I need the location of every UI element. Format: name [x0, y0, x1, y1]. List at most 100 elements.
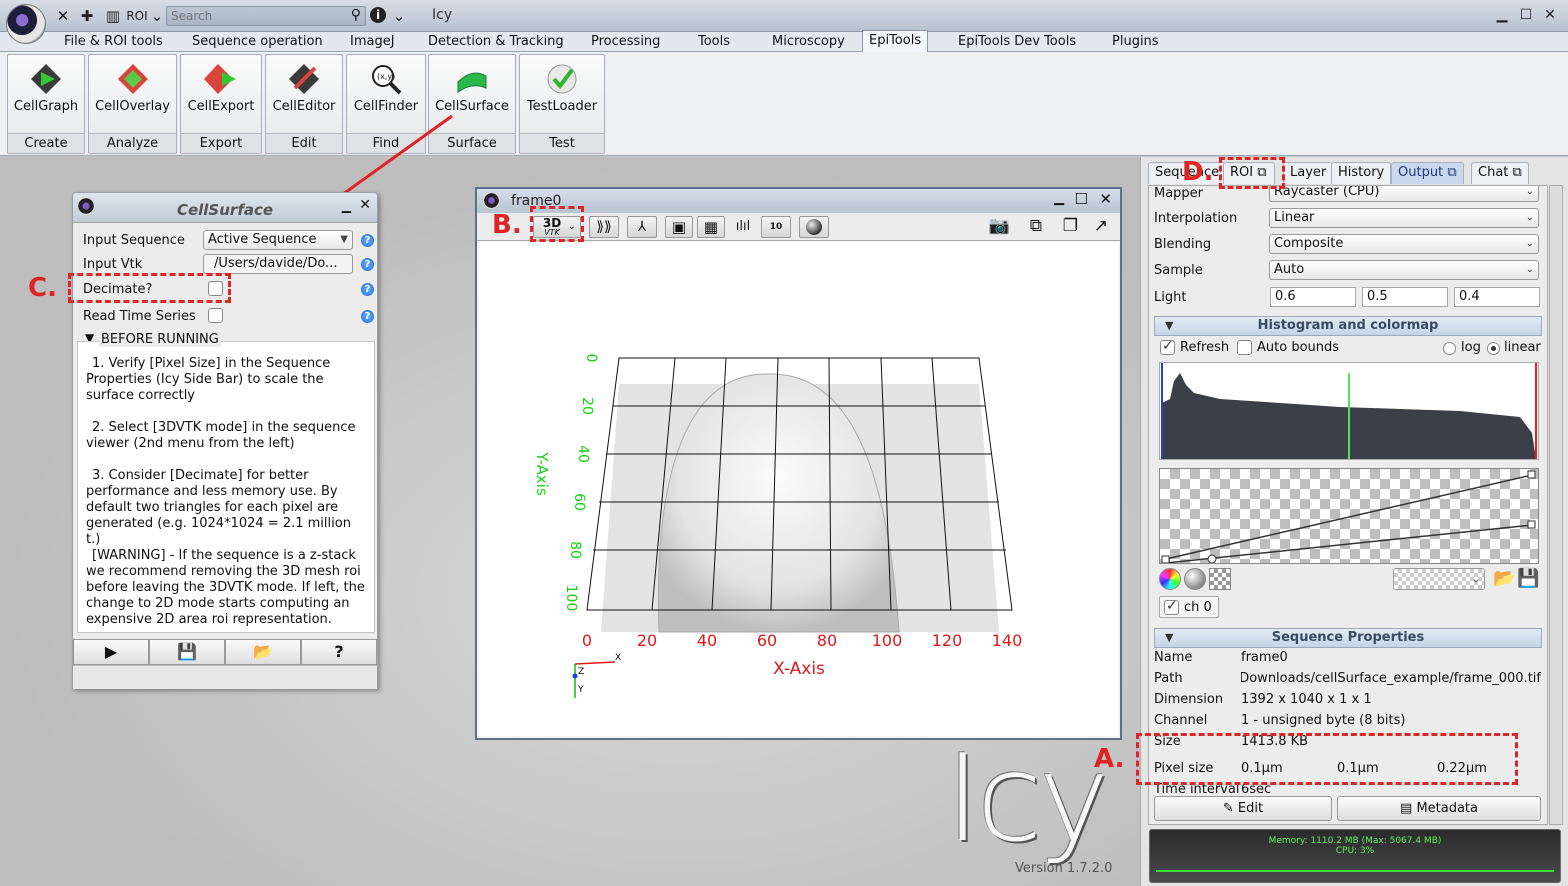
help-icon[interactable]: ? — [361, 234, 374, 247]
tab-layer[interactable]: Layer — [1283, 162, 1334, 184]
search-box[interactable]: ⚲ — [166, 6, 366, 26]
light-label: Light — [1154, 290, 1187, 305]
icy-logo[interactable] — [6, 4, 46, 44]
maximize-icon[interactable]: ☐ — [1075, 190, 1088, 208]
help-icon[interactable]: ? — [361, 283, 374, 296]
memory-graph — [1156, 870, 1554, 872]
camera-icon[interactable]: 📷 — [989, 216, 1010, 236]
maximize-icon[interactable]: ☐ — [1518, 7, 1534, 23]
section-label: BEFORE RUNNING — [99, 332, 221, 347]
info-icon[interactable]: i — [370, 7, 386, 23]
svg-text:(x,y): (x,y) — [377, 72, 395, 81]
cellsurface-titlebar[interactable]: CellSurface ▁ ✕ — [73, 193, 377, 223]
input-vtk-field[interactable]: /Users/davide/Do... — [203, 254, 353, 274]
window-menu-icon[interactable]: ⌄ — [148, 7, 166, 25]
run-button[interactable]: ▶ — [73, 639, 149, 665]
refresh-label: Refresh — [1180, 340, 1230, 355]
x-tick-label: 0 — [582, 631, 592, 650]
menu-epitools-dev-tools[interactable]: EpiTools Dev Tools — [952, 33, 1082, 51]
channel-tab[interactable]: ch 0 — [1159, 596, 1219, 618]
save-button[interactable]: 💾 — [149, 639, 225, 665]
linear-radio[interactable] — [1487, 342, 1500, 355]
minimize-icon[interactable]: ▁ — [1494, 7, 1510, 23]
sequence-properties-header[interactable]: ▼ Sequence Properties — [1154, 628, 1542, 648]
save-icon[interactable]: 💾 — [1517, 568, 1539, 589]
color-picker-icon[interactable] — [1159, 568, 1181, 590]
auto-bounds-checkbox[interactable] — [1237, 340, 1252, 355]
menu-processing[interactable]: Processing — [585, 33, 666, 51]
3d-render[interactable]: 0 20 40 60 80 100 120 140 0 20 40 60 80 100 X-Axis Y… — [479, 242, 1118, 736]
input-sequence-select[interactable]: Active Sequence ▼ — [203, 230, 353, 250]
help-icon[interactable]: ? — [361, 258, 374, 271]
layers-button[interactable]: ⟫⟫ — [589, 216, 619, 238]
light-specular-field[interactable]: 0.4 — [1454, 287, 1540, 307]
alpha-colormap-icon[interactable] — [1209, 568, 1231, 590]
close-icon[interactable]: ✕ — [359, 197, 371, 213]
channel-checkbox[interactable] — [1164, 598, 1179, 615]
duplicate-icon[interactable]: ❐ — [1063, 216, 1078, 236]
close-icon[interactable]: ✕ — [1099, 190, 1112, 208]
plugin-icon[interactable]: ✚ — [78, 7, 96, 25]
viewer-canvas[interactable]: 0 20 40 60 80 100 120 140 0 20 40 60 80 100 X-Axis Y… — [479, 242, 1118, 736]
axes-button[interactable]: ⅄ — [627, 216, 657, 238]
search-input[interactable] — [167, 7, 337, 25]
folder-icon[interactable]: 📂 — [1493, 568, 1515, 589]
read-time-series-checkbox[interactable] — [208, 308, 223, 323]
menu-file-roi-tools[interactable]: File & ROI tools — [58, 33, 169, 51]
mapper-select[interactable]: Raycaster (CPU) ⌄ — [1269, 185, 1539, 202]
menu-epitools[interactable]: EpiTools — [862, 30, 929, 52]
ribbon-cellgraph[interactable]: CellGraph Create — [7, 54, 85, 154]
log-radio[interactable] — [1443, 342, 1456, 355]
gray-colormap-icon[interactable] — [1184, 568, 1206, 590]
detach-icon[interactable]: ↗ — [1094, 216, 1108, 236]
light-diffuse-field[interactable]: 0.5 — [1362, 287, 1448, 307]
tab-chat[interactable]: Chat ⧉ — [1471, 162, 1529, 184]
histogram-view[interactable] — [1159, 362, 1539, 460]
info-menu-icon[interactable]: ⌄ — [390, 7, 408, 25]
edit-button[interactable]: ✎ Edit — [1154, 796, 1332, 821]
minimize-icon[interactable]: ▁ — [1054, 191, 1064, 206]
close-icon[interactable]: ✕ — [1542, 7, 1558, 23]
minimize-icon[interactable]: ▁ — [342, 199, 351, 213]
search-icon[interactable]: ⚲ — [351, 7, 361, 23]
help-icon[interactable]: ? — [361, 310, 374, 323]
help-button[interactable]: ? — [301, 639, 377, 665]
bounding-box-button[interactable]: ▣ — [665, 216, 693, 238]
ribbon-testloader[interactable]: TestLoader Test — [519, 54, 605, 154]
rulers-button[interactable]: ılıl — [729, 216, 757, 238]
mapper-value: Raycaster (CPU) — [1274, 185, 1380, 199]
tab-history[interactable]: History — [1331, 162, 1392, 184]
light-ambient-field[interactable]: 0.6 — [1270, 287, 1356, 307]
histogram-section-header[interactable]: ▼ Histogram and colormap — [1154, 316, 1542, 336]
sample-select[interactable]: Auto ⌄ — [1269, 260, 1539, 280]
ribbon: CellGraph Create CellOverlay Analyze Cel… — [0, 52, 1568, 156]
roi-icon[interactable]: ROI — [126, 7, 148, 25]
inspector-scrollbar[interactable] — [1549, 185, 1563, 825]
orientation-widget: X Y Z — [572, 653, 621, 698]
refresh-checkbox[interactable] — [1160, 338, 1175, 355]
load-button[interactable]: 📂 — [225, 639, 301, 665]
layout-icon[interactable]: ▥ — [104, 7, 122, 25]
colormap-view[interactable] — [1159, 468, 1539, 564]
ribbon-cellexport[interactable]: CellExport Export — [180, 54, 262, 154]
tab-output[interactable]: Output ⧉ — [1391, 162, 1464, 184]
menu-imagej[interactable]: ImageJ — [344, 33, 401, 51]
blending-select[interactable]: Composite ⌄ — [1269, 234, 1539, 254]
colormap-preset-select[interactable]: ⌄ — [1393, 568, 1485, 590]
metadata-button[interactable]: ▤ Metadata — [1337, 796, 1541, 821]
ribbon-celloverlay[interactable]: CellOverlay Analyze — [88, 54, 177, 154]
camera-copy-icon[interactable]: ⧉ — [1030, 216, 1042, 236]
menu-plugins[interactable]: Plugins — [1106, 33, 1165, 51]
menu-sequence-operation[interactable]: Sequence operation — [186, 33, 329, 51]
y-axis-label: Y-Axis — [533, 451, 551, 496]
menu-microscopy[interactable]: Microscopy — [766, 33, 851, 51]
fps-button[interactable]: 10 20 — [761, 216, 791, 252]
tools-icon[interactable]: ✕ — [54, 7, 72, 25]
testloader-icon — [544, 61, 580, 97]
interpolation-select[interactable]: Linear ⌄ — [1269, 208, 1539, 228]
shading-button[interactable] — [799, 216, 829, 238]
grid-button[interactable]: ▦ — [697, 216, 725, 238]
menu-detection-tracking[interactable]: Detection & Tracking — [422, 33, 570, 51]
menu-tools[interactable]: Tools — [692, 33, 736, 51]
celloverlay-icon — [115, 61, 151, 97]
